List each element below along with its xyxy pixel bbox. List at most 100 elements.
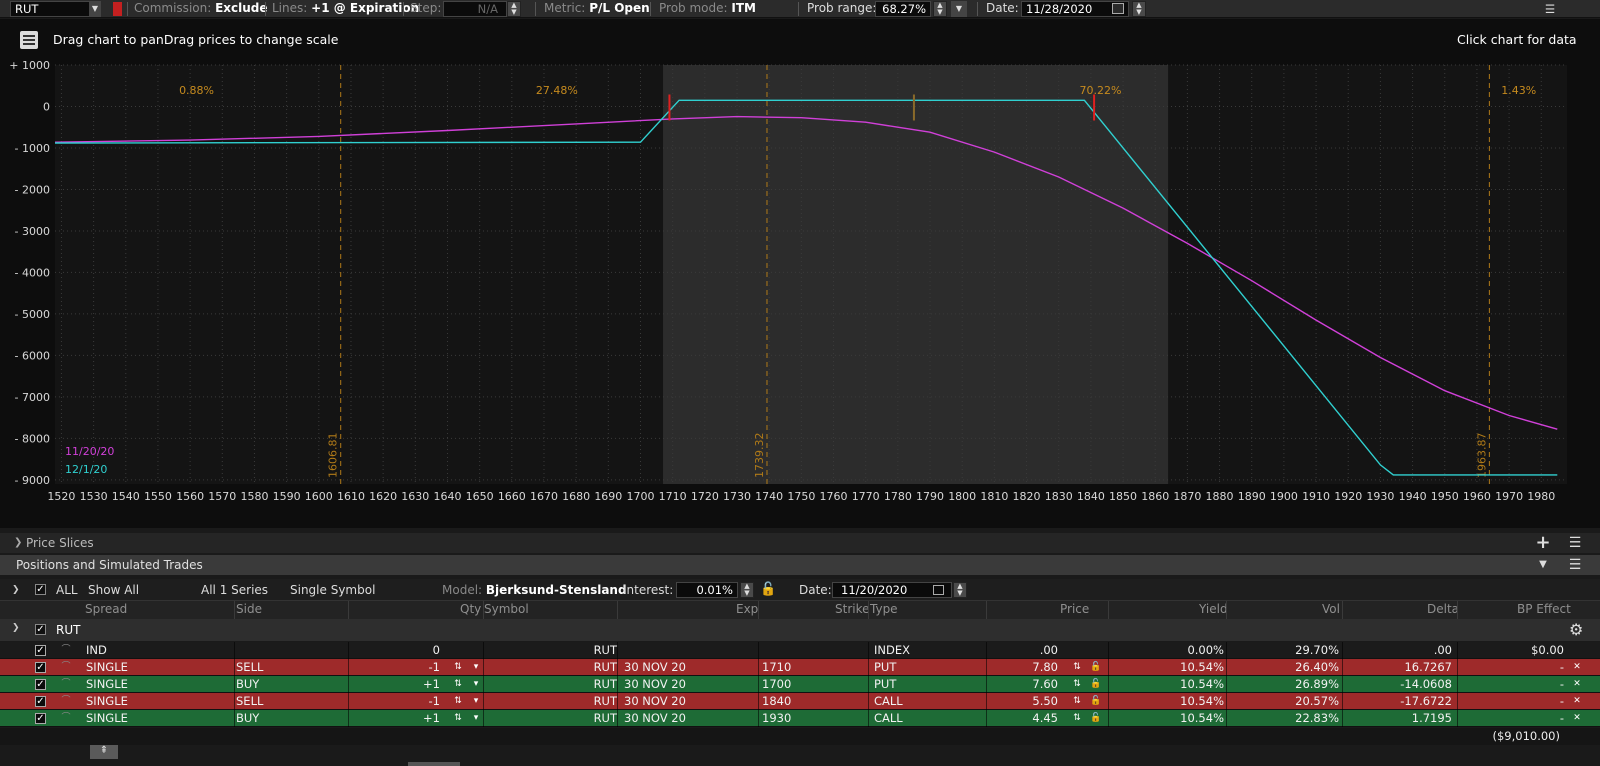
side-cell[interactable]: SELL [236,694,263,708]
row-checkbox[interactable]: ✓ [35,645,46,656]
calendar-icon[interactable] [1112,3,1124,14]
prob-range-input[interactable]: 68.27% [875,1,931,17]
table-row[interactable]: ✓ ⌒ SINGLE BUY +1 RUT 30 NOV 20 1700 PUT 7.60 10.5… [0,676,1600,693]
col-symbol[interactable]: Symbol [484,602,529,616]
qty-cell[interactable]: 0 [380,643,440,657]
side-cell[interactable]: BUY [236,677,259,691]
price-spinner-icon[interactable]: ⇅ [1071,695,1083,708]
price-cell[interactable]: 5.50 [998,694,1058,708]
gear-icon[interactable]: ⚙ [1569,620,1583,639]
link-color-indicator[interactable] [113,2,122,16]
price-lock-icon[interactable]: 🔓 [1090,678,1102,691]
position-group-rut[interactable]: ❯ ✓ RUT ⚙ [0,619,1600,641]
lock-icon[interactable]: 🔓 [760,582,776,598]
col-qty[interactable]: Qty [460,602,481,616]
menu-icon[interactable]: ☰ [1564,533,1586,553]
y-tick-label: - 9000 [15,474,50,487]
step-spinner[interactable]: ▲ ▼ [507,1,521,17]
qty-dropdown-icon[interactable]: ▾ [470,712,482,725]
metric-selector[interactable]: Metric: P/L Open [544,0,650,18]
show-filter-dropdown[interactable]: Show All [88,582,139,598]
collapse-icon[interactable]: ▼ [1532,555,1554,575]
symbol-dropdown-button[interactable]: ▼ [89,1,101,17]
scroll-top-button[interactable]: ⇞ [90,745,118,759]
qty-cell[interactable]: -1 [380,660,440,674]
qty-spinner-icon[interactable]: ⇅ [452,678,464,691]
col-spread[interactable]: Spread [85,602,127,616]
price-lock-icon[interactable]: 🔓 [1090,695,1102,708]
qty-cell[interactable]: +1 [380,677,440,691]
horizontal-scrollbar[interactable] [408,762,460,766]
row-checkbox[interactable]: ✓ [35,679,46,690]
col-yield[interactable]: Yield [1199,602,1228,616]
price-spinner-icon[interactable]: ⇅ [1071,712,1083,725]
separator [265,2,266,16]
col-price[interactable]: Price [1060,602,1089,616]
separator [535,2,536,16]
price-cell[interactable]: 4.45 [998,711,1058,725]
table-row[interactable]: ✓ ⌒ SINGLE SELL -1 RUT 30 NOV 20 1840 CALL 5.50 10… [0,693,1600,710]
side-cell[interactable]: BUY [236,711,259,725]
date-spinner[interactable]: ▲ ▼ [1132,1,1146,17]
side-cell[interactable]: SELL [236,660,263,674]
symbol-mode-dropdown[interactable]: Single Symbol [290,582,375,598]
interest-spinner[interactable]: ▲ ▼ [740,582,754,598]
row-checkbox[interactable]: ✓ [35,696,46,707]
price-lock-icon[interactable]: 🔓 [1090,661,1102,674]
lines-selector[interactable]: Lines: +1 @ Expiration [272,0,419,18]
model-selector[interactable]: Model: Bjerksund-Stensland [442,582,627,598]
prob-range-dropdown-button[interactable]: ▼ [951,1,967,17]
table-row[interactable]: ✓ ⌒ SINGLE BUY +1 RUT 30 NOV 20 1930 CALL 4.45 10.… [0,710,1600,727]
row-checkbox[interactable]: ✓ [35,713,46,724]
qty-spinner-icon[interactable]: ⇅ [452,695,464,708]
price-spinner-icon[interactable]: ⇅ [1071,678,1083,691]
col-vol[interactable]: Vol [1322,602,1340,616]
add-slice-button[interactable]: + [1532,533,1554,553]
col-delta[interactable]: Delta [1427,602,1459,616]
positions-header[interactable]: Positions and Simulated Trades ▼ ☰ [0,555,1600,575]
price-cell[interactable]: .00 [998,643,1058,657]
col-exp[interactable]: Exp [736,602,758,616]
step-input[interactable]: N/A [443,1,507,17]
pl-chart[interactable]: 1606.81 1739.32 1963.87 + 1000 0 - 1000 - 200… [0,60,1600,508]
series-filter-dropdown[interactable]: All 1 Series [201,582,268,598]
menu-icon[interactable]: ☰ [1564,555,1586,575]
menu-icon[interactable]: ☰ [1540,1,1560,17]
col-side[interactable]: Side [236,602,262,616]
chevron-down-icon[interactable]: ❯ [12,582,20,598]
x-tick-label: 1620 [369,490,397,503]
positions-date-spinner[interactable]: ▲ ▼ [953,582,967,598]
close-position-icon[interactable]: ✕ [1571,695,1583,708]
commission-selector[interactable]: Commission: Exclude [134,0,268,18]
chart-settings-icon[interactable] [20,31,38,49]
close-position-icon[interactable]: ✕ [1571,661,1583,674]
close-position-icon[interactable]: ✕ [1571,678,1583,691]
price-cell[interactable]: 7.60 [998,677,1058,691]
select-all-checkbox[interactable]: ✓ [35,584,46,595]
calendar-icon[interactable] [933,585,944,595]
col-bp-effect[interactable]: BP Effect [1517,602,1571,616]
qty-spinner-icon[interactable]: ⇅ [452,661,464,674]
qty-cell[interactable]: -1 [380,694,440,708]
chevron-down-icon[interactable]: ❯ [12,623,20,633]
group-checkbox[interactable]: ✓ [35,624,46,635]
qty-cell[interactable]: +1 [380,711,440,725]
prob-mode-selector[interactable]: Prob mode: ITM [659,0,756,18]
interest-input[interactable]: 0.01% [676,582,738,598]
price-cell[interactable]: 7.80 [998,660,1058,674]
table-row[interactable]: ✓ ⌒ IND 0 RUT INDEX .00 0.00% 29.70% .00 $0.00 [0,642,1600,659]
qty-dropdown-icon[interactable]: ▾ [470,678,482,691]
qty-dropdown-icon[interactable]: ▾ [470,695,482,708]
price-slices-header[interactable]: ❯ Price Slices + ☰ [0,533,1600,553]
close-position-icon[interactable]: ✕ [1571,712,1583,725]
symbol-input[interactable]: RUT [10,1,94,17]
col-strike[interactable]: Strike [835,602,870,616]
qty-spinner-icon[interactable]: ⇅ [452,712,464,725]
prob-range-spinner[interactable]: ▲ ▼ [933,1,947,17]
table-row[interactable]: ✓ ⌒ SINGLE SELL -1 RUT 30 NOV 20 1710 PUT 7.80 10.… [0,659,1600,676]
price-lock-icon[interactable]: 🔓 [1090,712,1102,725]
col-type[interactable]: Type [870,602,898,616]
qty-dropdown-icon[interactable]: ▾ [470,661,482,674]
price-spinner-icon[interactable]: ⇅ [1071,661,1083,674]
row-checkbox[interactable]: ✓ [35,662,46,673]
